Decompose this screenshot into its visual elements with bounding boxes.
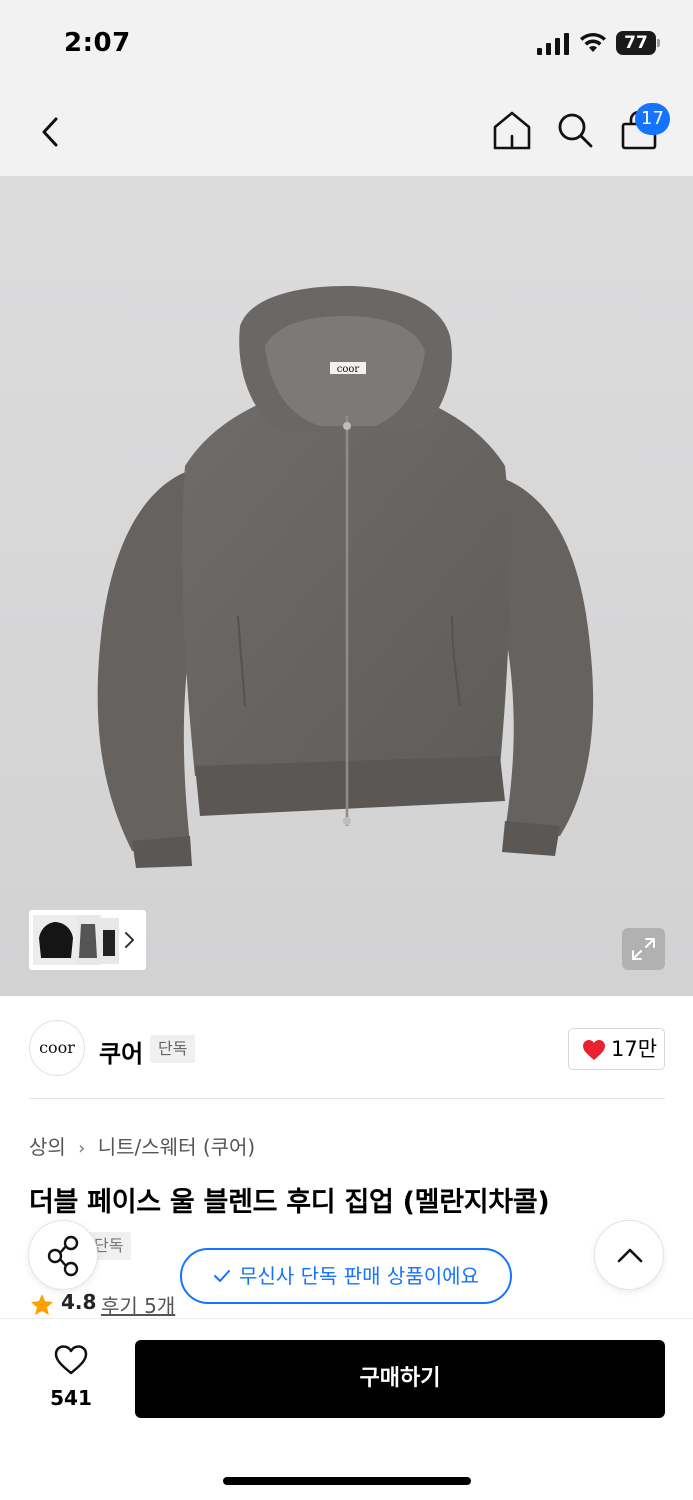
breadcrumb-item-knit[interactable]: 니트/스웨터 (쿠어) [98, 1131, 256, 1160]
brand-like-button[interactable]: 17만 [568, 1028, 665, 1070]
search-icon[interactable] [555, 108, 595, 152]
wishlist-count: 541 [50, 1386, 92, 1410]
cart-count-badge: 17 [635, 103, 670, 135]
breadcrumb: 상의 › 니트/스웨터 (쿠어) [29, 1131, 255, 1160]
buy-button[interactable]: 구매하기 [135, 1340, 665, 1418]
exclusive-tag: 단독 [150, 1035, 196, 1063]
share-button[interactable] [28, 1220, 98, 1290]
breadcrumb-item-tops[interactable]: 상의 [29, 1131, 66, 1160]
thumbnail-images [33, 915, 134, 965]
share-icon [47, 1235, 79, 1277]
hoodie-image: coor [97, 286, 594, 868]
brand-logo[interactable]: coor [29, 1020, 85, 1076]
battery-level: 77 [624, 33, 648, 53]
heart-outline-icon [54, 1345, 88, 1375]
battery-icon: 77 [616, 31, 660, 55]
breadcrumb-separator-icon: › [78, 1138, 86, 1159]
top-navigation [0, 88, 693, 176]
product-title: 더블 페이스 울 블렌드 후디 집업 (멜란지차콜) [29, 1187, 550, 1218]
expand-icon [632, 938, 655, 960]
product-image[interactable]: coor [0, 176, 693, 996]
check-icon [214, 1269, 231, 1282]
hoodie-label: coor [337, 364, 360, 375]
expand-image-button[interactable] [622, 928, 665, 970]
star-icon [31, 1294, 53, 1315]
status-time: 2:07 [64, 28, 131, 58]
wishlist-button[interactable]: 541 [40, 1340, 102, 1416]
thumbnail-strip[interactable] [29, 910, 146, 970]
divider [29, 1098, 665, 1099]
home-indicator [223, 1477, 471, 1485]
scroll-to-top-button[interactable] [594, 1220, 664, 1290]
exclusive-notice-pill: 무신사 단독 판매 상품이에요 [180, 1248, 512, 1304]
home-icon[interactable] [490, 108, 534, 152]
review-link[interactable]: 후기 5개 [101, 1290, 175, 1319]
status-bar: 2:07 77 [0, 0, 693, 88]
brand-name[interactable]: 쿠어 [99, 1034, 143, 1069]
notice-text: 무신사 단독 판매 상품이에요 [239, 1264, 479, 1288]
rating-value: 4.8 [61, 1290, 97, 1314]
heart-filled-icon [583, 1040, 605, 1060]
back-icon[interactable] [32, 110, 68, 154]
brand-like-count: 17만 [611, 1037, 658, 1061]
cellular-signal-icon [537, 33, 569, 55]
chevron-up-icon [617, 1248, 643, 1263]
wifi-icon [580, 32, 606, 52]
chevron-right-icon [125, 932, 134, 948]
